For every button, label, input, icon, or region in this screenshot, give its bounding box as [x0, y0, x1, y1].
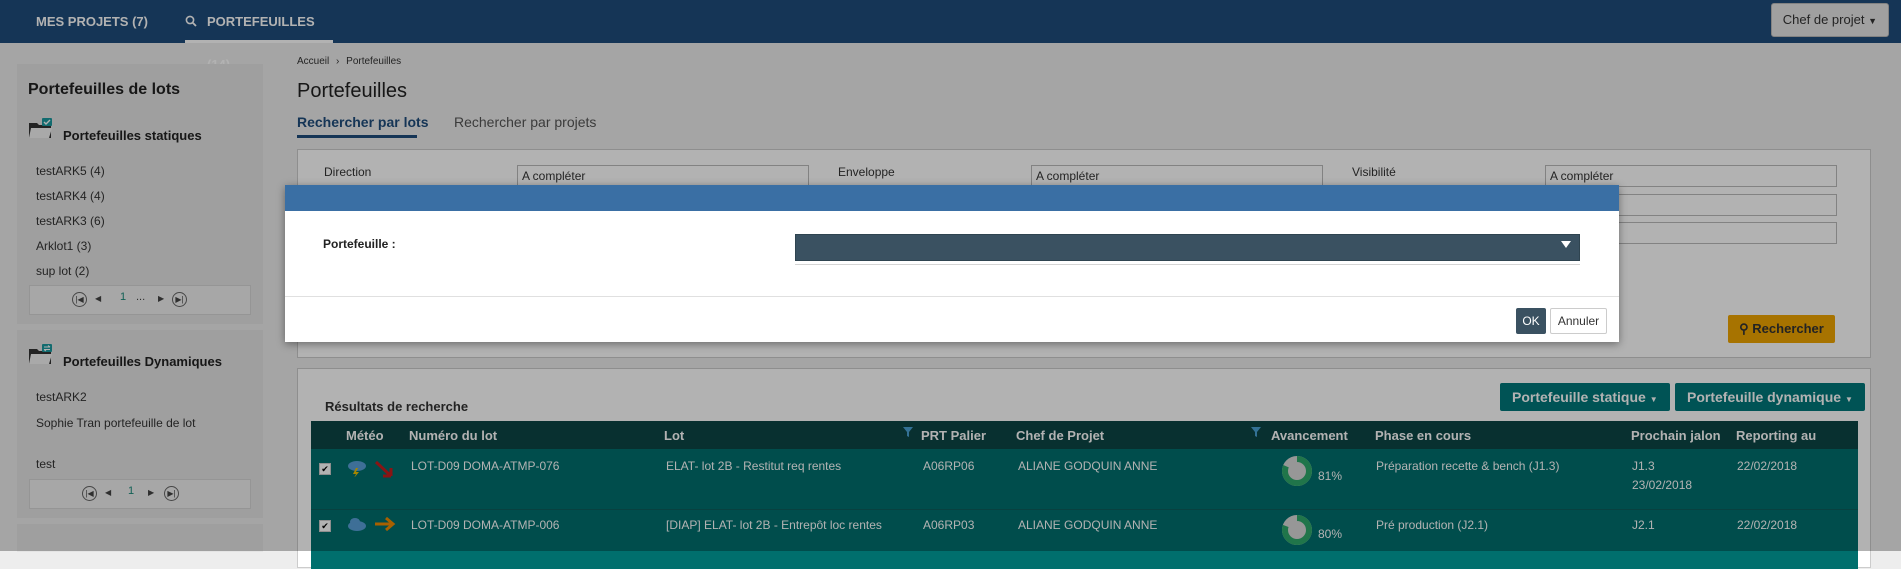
- cancel-button[interactable]: Annuler: [1550, 308, 1607, 334]
- portfolio-modal: Portefeuille : OK Annuler: [285, 185, 1619, 342]
- portefeuille-label: Portefeuille :: [323, 237, 396, 251]
- ok-button[interactable]: OK: [1516, 308, 1546, 334]
- caret-down-icon: [1561, 241, 1571, 248]
- modal-header: [285, 185, 1619, 211]
- select-underline: [795, 261, 1580, 265]
- portefeuille-select[interactable]: [795, 234, 1580, 261]
- modal-footer-divider: [285, 296, 1619, 297]
